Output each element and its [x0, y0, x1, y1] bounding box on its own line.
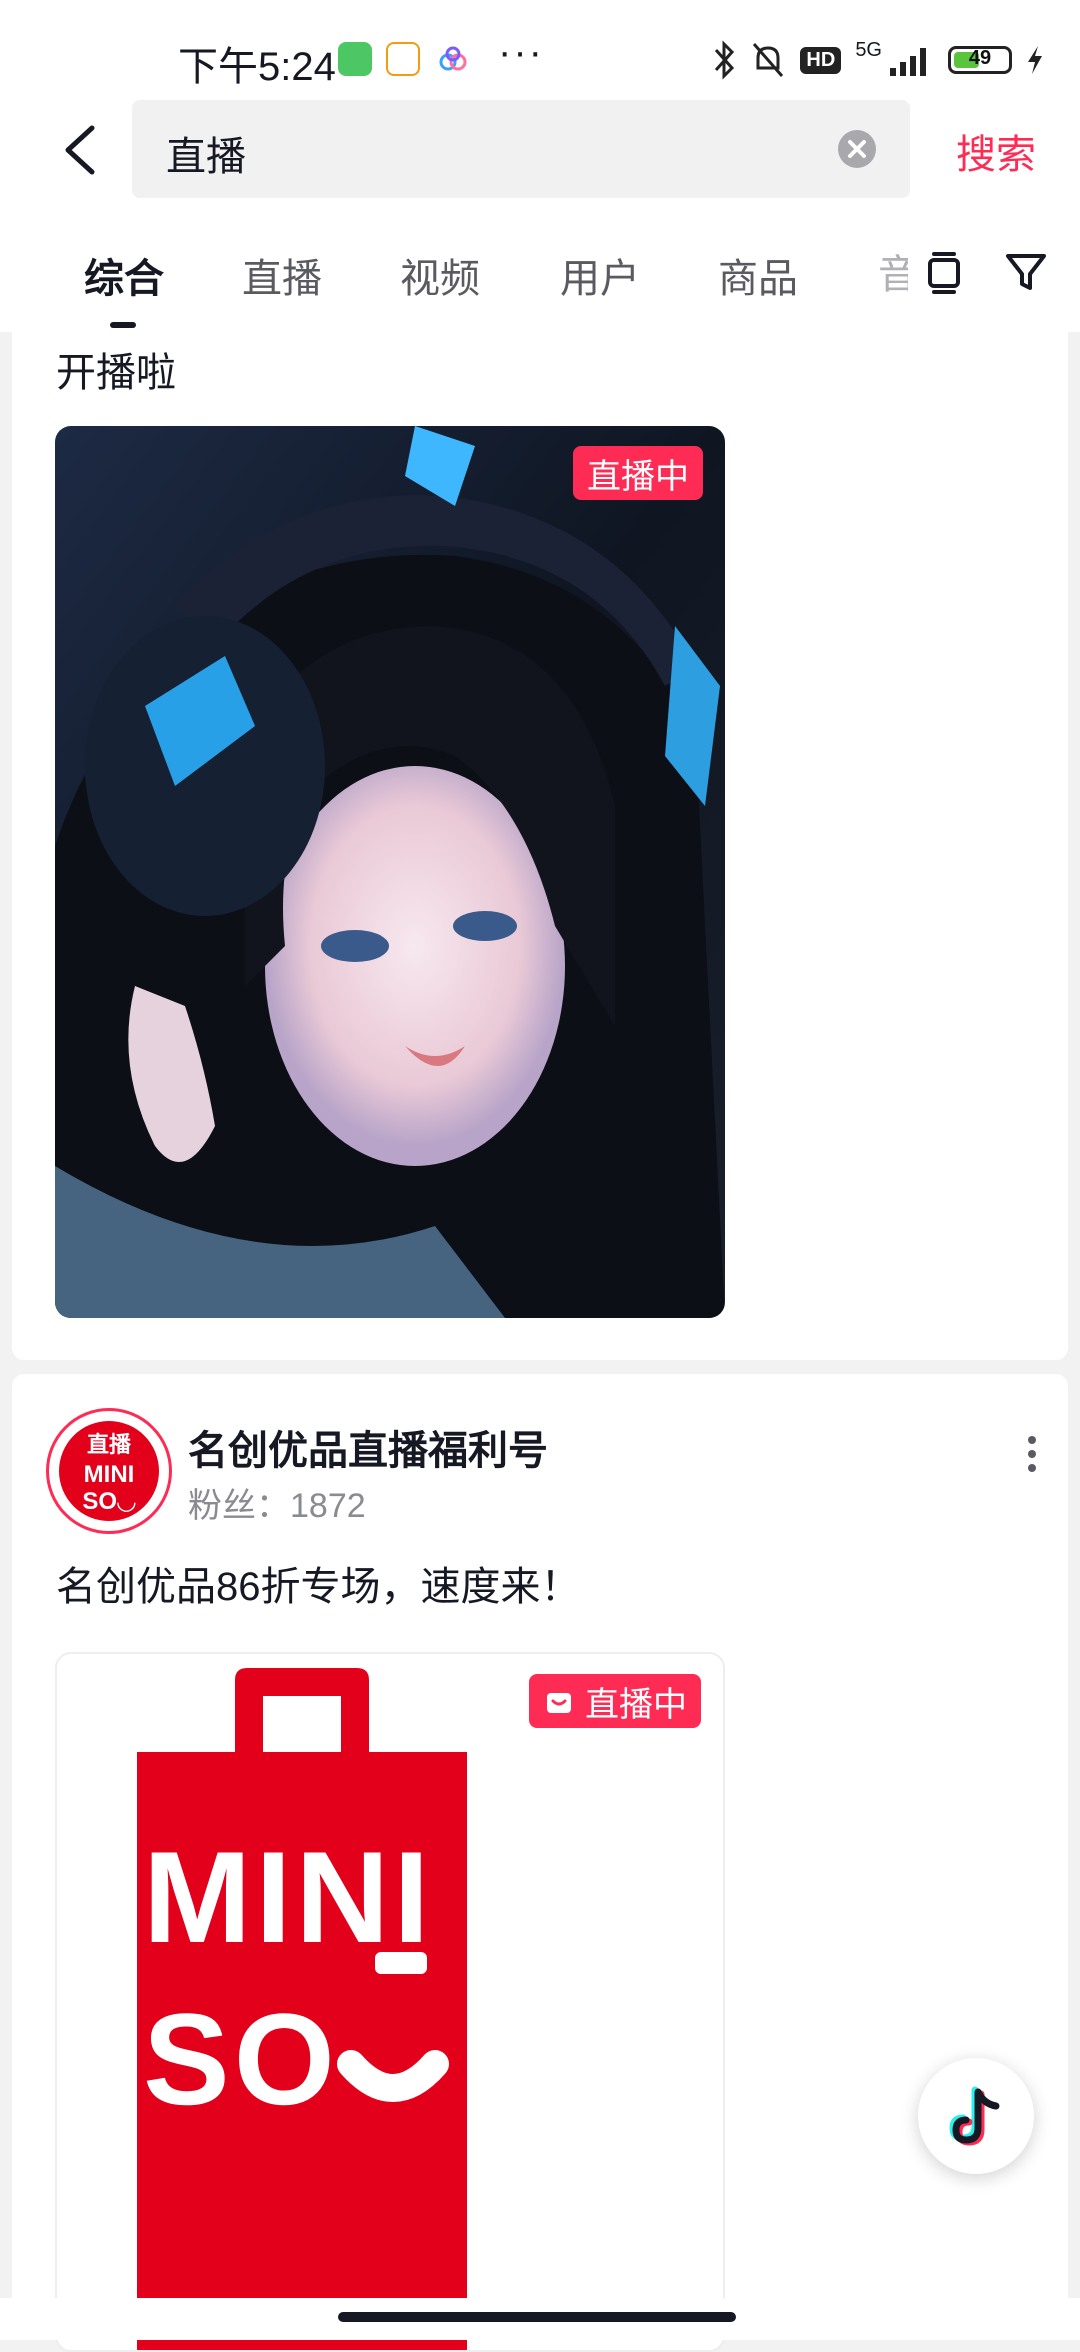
- status-bar: 下午5:24 ··· HD 5G 49: [0, 0, 1080, 98]
- miniso-logo-line1: MINI: [143, 1824, 434, 1970]
- wechat-notification-icon: [338, 42, 372, 76]
- douyin-float-button[interactable]: [918, 2058, 1034, 2174]
- search-input[interactable]: 直播: [132, 100, 910, 198]
- more-options-icon[interactable]: [1026, 1434, 1038, 1474]
- charging-icon: [1028, 46, 1042, 74]
- search-query[interactable]: 直播: [166, 124, 246, 182]
- search-button[interactable]: 搜索: [956, 122, 1036, 180]
- fans-value: 1872: [290, 1487, 366, 1525]
- status-icons: HD 5G 49: [712, 38, 1044, 82]
- mute-bell-icon: [753, 43, 784, 77]
- bluetooth-icon: [715, 40, 735, 80]
- tab-overflow[interactable]: 音: [878, 242, 908, 302]
- layout-toggle-icon[interactable]: [920, 248, 968, 296]
- live-badge: 直播中: [529, 1674, 701, 1728]
- battery-level: 49: [968, 47, 992, 69]
- avatar-logo-line1: MINI: [83, 1461, 135, 1488]
- filter-icon[interactable]: [1002, 248, 1050, 296]
- avatar[interactable]: 直播 MINI SO◡: [46, 1408, 172, 1534]
- fans-count: 粉丝：1872: [188, 1478, 366, 1527]
- live-badge-label: 直播中: [585, 1685, 687, 1724]
- account-live-card[interactable]: 直播 MINI SO◡ 名创优品直播福利号 粉丝：1872 名创优品86折专场，…: [12, 1374, 1068, 2352]
- account-name[interactable]: 名创优品直播福利号: [188, 1418, 548, 1476]
- signal-icon: [890, 48, 926, 76]
- battery-icon: 49: [948, 46, 1012, 74]
- tab-comprehensive[interactable]: 综合: [84, 246, 164, 304]
- miniso-avatar-logo: 直播 MINI SO◡: [59, 1421, 159, 1521]
- miniso-logo-line2: SO: [143, 1986, 339, 2132]
- hd-icon: HD: [800, 46, 842, 74]
- active-tab-indicator: [110, 322, 136, 328]
- search-tabs: 综合 直播 视频 用户 商品 音: [0, 202, 1080, 332]
- live-stream-thumbnail[interactable]: 直播中: [55, 426, 725, 1318]
- clear-icon[interactable]: [838, 130, 876, 168]
- search-header: 直播 搜索: [0, 98, 1080, 202]
- live-result-card[interactable]: 开播啦 直播中: [12, 332, 1068, 1360]
- shop-bag-icon: [547, 1693, 571, 1713]
- back-arrow-icon[interactable]: [52, 120, 112, 180]
- status-time: 下午5:24: [178, 45, 336, 89]
- tab-video[interactable]: 视频: [400, 246, 480, 304]
- live-badge: 直播中: [573, 446, 703, 500]
- live-badge-label: 直播中: [587, 457, 689, 496]
- avatar-live-label: 直播: [86, 1432, 131, 1457]
- avatar-logo-line2: SO◡: [82, 1488, 136, 1515]
- card-caption: 开播啦: [56, 351, 176, 395]
- fans-label: 粉丝：: [188, 1487, 290, 1525]
- card-caption: 名创优品86折专场，速度来！: [56, 1565, 581, 1609]
- douyin-logo-icon: [949, 2086, 1000, 2146]
- tab-users[interactable]: 用户: [560, 246, 640, 304]
- app-58-notification-icon: [386, 42, 420, 76]
- more-notifications-icon: ···: [498, 30, 544, 74]
- home-indicator[interactable]: [338, 2312, 736, 2322]
- app-notification-icon: [436, 42, 470, 76]
- live-stream-thumbnail[interactable]: MINI SO 直播中: [55, 1652, 725, 2352]
- streamer-photo: [55, 426, 725, 1318]
- tab-live[interactable]: 直播: [242, 246, 322, 304]
- tab-products[interactable]: 商品: [718, 246, 798, 304]
- network-label: 5G: [855, 38, 882, 61]
